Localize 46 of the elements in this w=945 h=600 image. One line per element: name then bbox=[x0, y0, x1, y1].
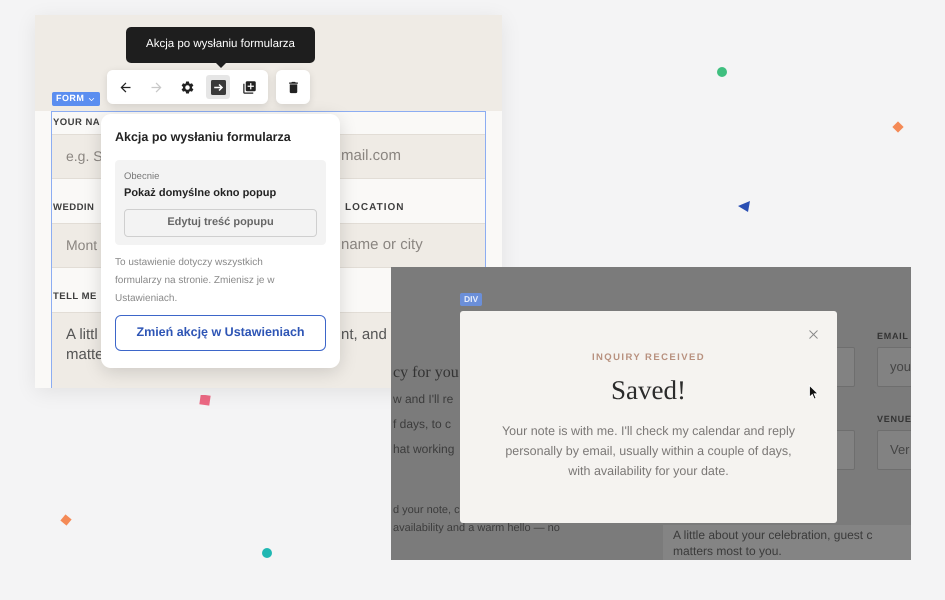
modal-eyebrow: INQUIRY RECEIVED bbox=[592, 351, 706, 365]
page-heading: cy for you bbox=[393, 363, 459, 383]
settings-icon bbox=[180, 80, 194, 94]
dot-icon bbox=[717, 67, 727, 77]
page-text: hat working bbox=[393, 441, 454, 458]
cursor-icon bbox=[809, 385, 819, 400]
field-text: nt, and bbox=[341, 325, 387, 345]
field-text: matters most to you. bbox=[673, 543, 783, 559]
badge-label: DIV bbox=[464, 293, 478, 306]
field-placeholder: Ver bbox=[890, 441, 910, 460]
page-text: availability and a warm hello — no bbox=[393, 521, 560, 536]
field-text: A littl bbox=[66, 325, 98, 345]
tooltip-text: Akcja po wysłaniu formularza bbox=[146, 37, 295, 52]
field-label: YOUR NA bbox=[52, 116, 100, 130]
page-text: d your note, c bbox=[393, 503, 460, 518]
current-value: Pokaż domyślne okno popup bbox=[124, 186, 278, 201]
input-field[interactable]: you bbox=[877, 347, 911, 387]
popover-title: Akcja po wysłaniu formularza bbox=[115, 129, 292, 146]
field-label: VENUE bbox=[877, 412, 911, 426]
settings-note: To ustawienie dotyczy wszystkich formularzy na stronie. Zmienisz je w Ustawieniach. bbox=[115, 256, 276, 306]
page-text: f days, to c bbox=[393, 416, 452, 433]
current-label: Obecnie bbox=[124, 170, 160, 184]
text-area[interactable]: A little about your celebration, guest c matters most to you. bbox=[663, 525, 911, 560]
field-label: WEDDIN bbox=[52, 200, 94, 215]
field-text: A little about your celebration, guest c bbox=[673, 527, 874, 543]
field-label: TELL ME bbox=[52, 290, 97, 304]
modal-message: Your note is with me. I'll check my calendar and reply personally by email, usually within a couple of days, with availability for your date. bbox=[500, 423, 796, 480]
edit-popup-button[interactable]: Edytuj treść popupu bbox=[124, 208, 317, 236]
field-placeholder: Mont bbox=[65, 236, 98, 255]
form-action-button[interactable] bbox=[206, 75, 230, 99]
badge-label: FORM bbox=[56, 92, 84, 106]
input-field[interactable]: Ver bbox=[877, 430, 911, 470]
forward-arrow-icon bbox=[148, 80, 164, 94]
field-placeholder: you bbox=[890, 358, 911, 376]
page-text: w and I'll re bbox=[393, 391, 454, 408]
field-placeholder: name or city bbox=[341, 235, 424, 256]
modal-title: Saved! bbox=[611, 374, 686, 408]
field-label: LOCATION bbox=[345, 201, 404, 215]
change-action-button[interactable]: Zmień akcję w Ustawieniach bbox=[115, 314, 326, 350]
arrow-into-square-icon bbox=[210, 80, 226, 94]
field-label: EMAIL bbox=[877, 330, 909, 342]
field-placeholder: mail.com bbox=[341, 146, 402, 166]
dot-icon bbox=[262, 548, 272, 558]
stacked-plus-icon bbox=[242, 80, 256, 94]
element-badge[interactable]: FORM bbox=[52, 92, 100, 106]
triangle-icon bbox=[738, 201, 750, 212]
